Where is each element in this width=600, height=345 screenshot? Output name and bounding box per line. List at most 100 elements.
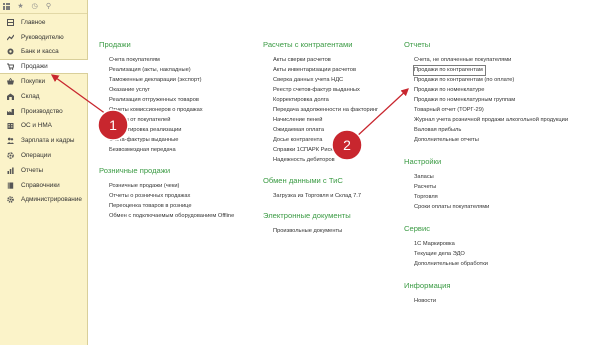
link-row: Отчеты от покупателей bbox=[99, 115, 234, 125]
link[interactable]: Таможенные декларации (экспорт) bbox=[99, 75, 234, 85]
star-icon[interactable]: ★ bbox=[17, 3, 24, 10]
sidebar-item-label: Главное bbox=[21, 18, 46, 26]
link-row: Загрузка из Торговля и Склад 7.7 bbox=[263, 191, 378, 201]
link[interactable]: Корректировка долга bbox=[263, 95, 378, 105]
column-reports: Отчеты Счета, не оплаченные покупателями П… bbox=[404, 40, 568, 306]
link[interactable]: Дополнительные обработки bbox=[404, 259, 568, 269]
link[interactable]: Акты сверки расчетов bbox=[263, 55, 378, 65]
link-row: Розничные продажи (чеки) bbox=[99, 181, 234, 191]
sidebar-item-label: Производство bbox=[21, 107, 63, 115]
link[interactable]: Продажи по номенклатуре bbox=[404, 85, 568, 95]
link-row: Счета-фактуры выданные bbox=[99, 135, 234, 145]
link[interactable]: Акты инвентаризации расчетов bbox=[263, 65, 378, 75]
warehouse-icon bbox=[7, 93, 14, 100]
coins-icon bbox=[7, 48, 14, 55]
link[interactable]: Справки 1СПАРК Риски bbox=[263, 145, 378, 155]
apps-grid-icon[interactable] bbox=[3, 3, 10, 10]
link-row: Отчеты о розничных продажах bbox=[99, 191, 234, 201]
link[interactable]: Розничные продажи (чеки) bbox=[99, 181, 234, 191]
link[interactable]: Обмен с подключаемым оборудованием Offli… bbox=[99, 211, 234, 221]
link[interactable]: Торговля bbox=[404, 192, 568, 202]
sidebar-item-8[interactable]: Зарплата и кадры bbox=[0, 133, 87, 148]
sidebar-item-2[interactable]: Банк и касса bbox=[0, 45, 87, 60]
sidebar-item-label: Администрирование bbox=[21, 196, 82, 204]
column-sales: Продажи Счета покупателям Реализация (акты… bbox=[99, 40, 234, 221]
sidebar-item-5[interactable]: Склад bbox=[0, 89, 87, 104]
link[interactable]: Загрузка из Торговля и Склад 7.7 bbox=[263, 191, 378, 201]
section: Обмен данными с ТиС Загрузка из Торговля … bbox=[263, 176, 378, 201]
sidebar-item-12[interactable]: Администрирование bbox=[0, 193, 87, 208]
link[interactable]: Журнал учета розничной продажи алкогольн… bbox=[404, 115, 568, 125]
search-icon[interactable]: ⚲ bbox=[45, 3, 52, 10]
sidebar-item-11[interactable]: Справочники bbox=[0, 178, 87, 193]
sidebar-item-label: Операции bbox=[21, 152, 51, 160]
link-selected[interactable]: Продажи по контрагентам bbox=[413, 64, 486, 76]
link-row: Произвольные документы bbox=[263, 226, 378, 236]
section-title: Настройки bbox=[404, 157, 442, 166]
link-row: Безвозмездная передача bbox=[99, 145, 234, 155]
link-row: Продажи по номенклатуре bbox=[404, 85, 568, 95]
link[interactable]: Досье контрагента bbox=[263, 135, 378, 145]
link[interactable]: 1С Маркировка bbox=[404, 239, 568, 249]
link[interactable]: Текущие дела ЭДО bbox=[404, 249, 568, 259]
link[interactable]: Товарный отчет (ТОРГ-29) bbox=[404, 105, 568, 115]
link-row: Валовая прибыль bbox=[404, 125, 568, 135]
toolbar: ★ ◷ ⚲ bbox=[0, 0, 87, 14]
link[interactable]: Реестр счетов-фактур выданных bbox=[263, 85, 378, 95]
link[interactable]: Переоценка товаров в рознице bbox=[99, 201, 234, 211]
link-row: Справки 1СПАРК Риски bbox=[263, 145, 378, 155]
link[interactable]: Оказание услуг bbox=[99, 85, 234, 95]
link-row: Текущие дела ЭДО bbox=[404, 249, 568, 259]
link[interactable]: Реализация (акты, накладные) bbox=[99, 65, 234, 75]
link-row: Продажи по номенклатурным группам bbox=[404, 95, 568, 105]
link-row: Акты сверки расчетов bbox=[263, 55, 378, 65]
link[interactable]: Ожидаемая оплата bbox=[263, 125, 378, 135]
link[interactable]: Расчеты bbox=[404, 182, 568, 192]
sidebar-item-3[interactable]: Продажи bbox=[0, 59, 88, 75]
sidebar-item-1[interactable]: Руководителю bbox=[0, 30, 87, 45]
link[interactable]: Счета покупателям bbox=[99, 55, 234, 65]
sidebar-item-4[interactable]: Покупки bbox=[0, 74, 87, 89]
sidebar-item-7[interactable]: ОС и НМА bbox=[0, 119, 87, 134]
link-row: Сроки оплаты покупателями bbox=[404, 202, 568, 212]
sidebar-item-0[interactable]: Главное bbox=[0, 15, 87, 30]
link[interactable]: Продажи по номенклатурным группам bbox=[404, 95, 568, 105]
trend-icon bbox=[7, 34, 14, 41]
link[interactable]: Реализация отгруженных товаров bbox=[99, 95, 234, 105]
link[interactable]: Сверка данных учета НДС bbox=[263, 75, 378, 85]
link[interactable]: Дополнительные отчеты bbox=[404, 135, 568, 145]
history-icon[interactable]: ◷ bbox=[31, 3, 38, 10]
link[interactable]: Отчеты о розничных продажах bbox=[99, 191, 234, 201]
link[interactable]: Счета-фактуры выданные bbox=[99, 135, 234, 145]
link[interactable]: Начисление пеней bbox=[263, 115, 378, 125]
link[interactable]: Сроки оплаты покупателями bbox=[404, 202, 568, 212]
link[interactable]: Отчеты от покупателей bbox=[99, 115, 234, 125]
link-row: Таможенные декларации (экспорт) bbox=[99, 75, 234, 85]
sidebar-item-10[interactable]: Отчеты bbox=[0, 163, 87, 178]
people-icon bbox=[7, 137, 14, 145]
link[interactable]: Безвозмездная передача bbox=[99, 145, 234, 155]
link[interactable]: Надежность дебиторов bbox=[263, 155, 378, 165]
link-row: Ожидаемая оплата bbox=[263, 125, 378, 135]
link[interactable]: Новости bbox=[404, 296, 568, 306]
link[interactable]: Передача задолженности на факторинг bbox=[263, 105, 378, 115]
link-row: Счета, не оплаченные покупателями bbox=[404, 55, 568, 65]
link-row: Расчеты bbox=[404, 182, 568, 192]
link[interactable]: Отчеты комиссионеров о продажах bbox=[99, 105, 234, 115]
sidebar-item-label: ОС и НМА bbox=[21, 122, 52, 130]
sidebar-item-6[interactable]: Производство bbox=[0, 104, 87, 119]
link[interactable]: Валовая прибыль bbox=[404, 125, 568, 135]
link[interactable]: Произвольные документы bbox=[263, 226, 378, 236]
basket-icon bbox=[7, 78, 14, 85]
link[interactable]: Запасы bbox=[404, 172, 568, 182]
section: Розничные продажи Розничные продажи (чеки… bbox=[99, 166, 234, 221]
link-row: Начисление пеней bbox=[263, 115, 378, 125]
link-row: Передача задолженности на факторинг bbox=[263, 105, 378, 115]
sidebar-item-label: Склад bbox=[21, 92, 40, 100]
sidebar-item-9[interactable]: Операции bbox=[0, 148, 87, 163]
link-row: Продажи по контрагентам (по оплате) bbox=[404, 75, 568, 85]
section-title: Обмен данными с ТиС bbox=[263, 176, 343, 185]
link[interactable]: Продажи по контрагентам (по оплате) bbox=[404, 75, 568, 85]
link[interactable]: Корректировка реализации bbox=[99, 125, 234, 135]
link[interactable]: Счета, не оплаченные покупателями bbox=[404, 55, 568, 65]
